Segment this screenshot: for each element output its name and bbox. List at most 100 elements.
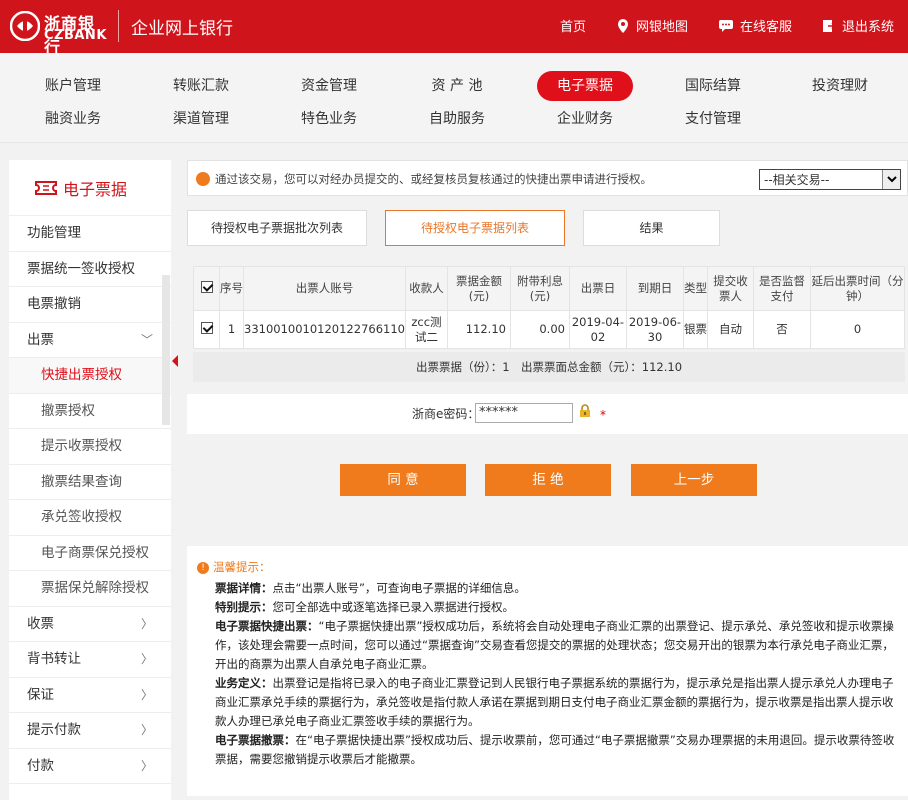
sidebar-item[interactable]: 承兑签收授权: [9, 500, 171, 536]
sidebar-header: 电子票据: [9, 160, 171, 216]
sidebar-item[interactable]: 票据统一签收授权: [9, 252, 171, 287]
tab-pending-bill-list[interactable]: 待授权电子票据列表: [385, 210, 565, 246]
nav-investment[interactable]: 投资理财: [790, 71, 890, 101]
row-checkbox[interactable]: [200, 321, 213, 334]
row-select-cell: [193, 310, 220, 349]
nav-electronic-bills[interactable]: 电子票据: [537, 71, 633, 101]
bills-table: 序号 出票人账号 收款人 票据金额(元) 附带利息(元) 出票日 到期日 类型 …: [193, 266, 906, 349]
agree-button[interactable]: 同 意: [340, 464, 466, 496]
tip-item: 电子票据撤票：在“电子票据快捷出票”授权成功后、提示收票前，您可通过“电子票据撤…: [197, 731, 898, 769]
tips-title-text: 温馨提示：: [213, 560, 271, 574]
table-row: 1 3310010010120122766110 zcc测试二 112.10 0…: [193, 310, 906, 349]
tip-head: 特别提示：: [215, 600, 273, 614]
bank-map-label: 网银地图: [635, 20, 688, 35]
sidebar-item[interactable]: 电票撤销: [9, 287, 171, 323]
info-icon: [196, 172, 210, 186]
sidebar-item-label: 电子商票保兑授权: [41, 544, 149, 561]
col-type: 类型: [682, 266, 708, 311]
tip-text: 出票登记是指将已录入的电子商业汇票登记到人民银行电子票据系统的票据行为，提示承兑…: [215, 676, 894, 728]
tip-item: 电子票据快捷出票：“电子票据快捷出票”授权成功后，系统将会自动处理电子商业汇票的…: [197, 617, 898, 674]
sidebar-item[interactable]: 票据保兑解除授权: [9, 571, 171, 607]
bank-map-link[interactable]: 网银地图: [616, 16, 688, 35]
related-transactions-select[interactable]: --相关交易--: [759, 169, 901, 190]
sidebar-item[interactable]: 快捷出票授权: [9, 358, 171, 394]
sidebar-item-label: 出票: [27, 331, 54, 348]
password-input[interactable]: ******: [475, 403, 573, 423]
tip-text: 点击“出票人账号”，可查询电子票据的详细信息。: [272, 581, 526, 595]
home-link[interactable]: 首页: [560, 16, 586, 35]
cell-account-link[interactable]: 3310010010120122766110: [243, 310, 406, 349]
sidebar-item[interactable]: 撤票授权: [9, 393, 171, 429]
cell-delay: 0: [809, 310, 906, 349]
chevron-down-icon[interactable]: [882, 170, 900, 189]
nav-international-settlement[interactable]: 国际结算: [663, 71, 763, 101]
sidebar-item-label: 电票撤销: [27, 296, 81, 312]
top-bar: 浙商银行 CZBANK 企业网上银行 首页 网银地图 在线客服 退出系统: [0, 0, 908, 57]
tip-head: 电子票据快捷出票：: [215, 619, 319, 633]
main-nav: 账户管理 转账汇款 资金管理 资 产 池 电子票据 国际结算 投资理财 融资业务…: [0, 53, 908, 143]
sidebar-item[interactable]: 收票 〉: [9, 607, 171, 642]
map-pin-icon: [617, 18, 628, 33]
sidebar-item-label: 收票: [27, 615, 54, 632]
col-seq: 序号: [219, 266, 244, 311]
tab-result[interactable]: 结果: [583, 210, 720, 246]
chevron-down-icon: ﹀: [140, 332, 153, 347]
nav-asset-pool[interactable]: 资 产 池: [407, 71, 507, 101]
bank-logo[interactable]: 浙商银行 CZBANK: [10, 10, 110, 57]
sidebar-item[interactable]: 提示付款 〉: [9, 713, 171, 749]
sidebar-item-label: 背书转让: [27, 651, 81, 667]
sidebar-scrollbar[interactable]: [162, 275, 170, 425]
back-button[interactable]: 上一步: [631, 464, 757, 496]
chevron-right-icon: 〉: [140, 758, 153, 773]
cell-issue-date: 2019-04-02: [568, 310, 627, 349]
col-delay: 延后出票时间（分钟）: [809, 266, 906, 311]
col-due-date: 到期日: [625, 266, 684, 311]
tips-panel: ! 温馨提示： 票据详情：点击“出票人账号”，可查询电子票据的详细信息。 特别提示…: [187, 546, 908, 796]
password-label: 浙商e密码：: [412, 407, 480, 421]
nav-self-service[interactable]: 自助服务: [407, 104, 507, 134]
sidebar-item[interactable]: 背书转让 〉: [9, 642, 171, 678]
cell-due-date: 2019-06-30: [625, 310, 684, 349]
nav-fund-management[interactable]: 资金管理: [279, 71, 379, 101]
sidebar-item-label: 功能管理: [27, 225, 81, 241]
nav-corporate-finance[interactable]: 企业财务: [535, 104, 635, 134]
nav-transfer[interactable]: 转账汇款: [151, 71, 251, 101]
sidebar-item-label: 快捷出票授权: [41, 367, 122, 383]
nav-account-management[interactable]: 账户管理: [23, 71, 123, 101]
col-amount: 票据金额(元): [446, 266, 511, 311]
reject-button[interactable]: 拒 绝: [485, 464, 611, 496]
tip-text: 在“电子票据快捷出票”授权成功后、提示收票前，您可通过“电子票据撤票”交易办理票…: [215, 733, 895, 766]
nav-financing[interactable]: 融资业务: [23, 104, 123, 134]
nav-payment-management[interactable]: 支付管理: [663, 104, 763, 134]
nav-channel-management[interactable]: 渠道管理: [151, 104, 251, 134]
tip-head: 业务定义：: [215, 676, 273, 690]
select-all-cell: [193, 266, 220, 311]
online-service-link[interactable]: 在线客服: [718, 16, 792, 35]
nav-featured-business[interactable]: 特色业务: [279, 104, 379, 134]
home-link-label: 首页: [559, 20, 586, 35]
main-content: 通过该交易，您可以对经办员提交的、或经复核员复核通过的快捷出票申请进行授权。 -…: [187, 160, 908, 796]
sidebar-item[interactable]: 撤票结果查询: [9, 464, 171, 500]
select-all-checkbox[interactable]: [200, 280, 213, 293]
sidebar-item[interactable]: 付款 〉: [9, 749, 171, 784]
chat-icon: [718, 19, 733, 32]
sidebar-item-label: 撤票授权: [41, 402, 95, 419]
col-interest: 附带利息(元): [509, 266, 570, 311]
sidebar: 电子票据 功能管理票据统一签收授权电票撤销出票 ﹀ 快捷出票授权 撤票授权提示收票授权…: [9, 160, 171, 800]
sidebar-item-label: 票据保兑解除授权: [41, 580, 149, 596]
sidebar-item[interactable]: 提示收票授权: [9, 429, 171, 465]
lock-icon[interactable]: [578, 404, 592, 418]
sidebar-item[interactable]: 电子商票保兑授权: [9, 535, 171, 571]
sidebar-item[interactable]: 功能管理: [9, 216, 171, 252]
sidebar-item[interactable]: 保证 〉: [9, 678, 171, 713]
logout-link[interactable]: 退出系统: [822, 16, 894, 35]
sidebar-item[interactable]: 出票 ﹀: [9, 323, 171, 358]
chevron-right-icon: 〉: [140, 652, 153, 666]
tab-pending-batch-list[interactable]: 待授权电子票据批次列表: [187, 210, 367, 246]
related-select-value: --相关交易--: [764, 173, 830, 187]
sidebar-item-label: 提示收票授权: [41, 438, 122, 454]
logout-label: 退出系统: [841, 20, 894, 35]
tip-head: 电子票据撤票：: [215, 733, 296, 747]
table-header-row: 序号 出票人账号 收款人 票据金额(元) 附带利息(元) 出票日 到期日 类型 …: [193, 266, 906, 311]
summary-bar: 出票票据（份）：1 出票票面总金额（元）：112.10: [193, 352, 905, 382]
